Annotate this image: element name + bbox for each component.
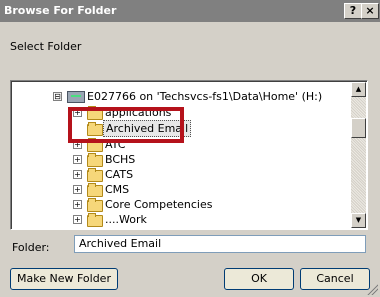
folder-tree[interactable]: ⊟ E027766 on 'Techsvcs-fs1\Data\Home' (H… [10,80,368,230]
tree-item-core-competencies[interactable]: + Core Competencies [11,197,349,212]
make-new-folder-button[interactable]: Make New Folder [10,268,118,290]
title-bar: Browse For Folder ? × [0,0,380,22]
expand-icon[interactable]: + [73,200,82,209]
resize-grip-icon[interactable] [366,283,378,295]
folder-field-label: Folder: [12,241,50,254]
tree-item-cms[interactable]: + CMS [11,182,349,197]
annotation-highlight-box [68,107,184,143]
tree-item-label: CATS [105,168,134,181]
tree-item-label: BCHS [105,153,136,166]
tree-item-label: Core Competencies [105,198,213,211]
folder-icon [87,183,103,197]
tree-item-label: CMS [105,183,130,196]
network-drive-icon [67,91,85,103]
scroll-up-icon[interactable]: ▲ [351,82,366,97]
collapse-icon[interactable]: ⊟ [53,92,62,101]
tree-item-label: ....Work [105,213,147,226]
tree-root-node[interactable]: ⊟ E027766 on 'Techsvcs-fs1\Data\Home' (H… [11,89,349,104]
dialog-prompt: Select Folder [10,40,82,53]
folder-icon [87,213,103,227]
expand-icon[interactable]: + [73,215,82,224]
expand-icon[interactable]: + [73,155,82,164]
window-title: Browse For Folder [4,4,117,17]
folder-icon [87,198,103,212]
scroll-thumb[interactable] [351,118,366,138]
tree-root-label: E027766 on 'Techsvcs-fs1\Data\Home' (H:) [87,90,323,103]
tree-item-bchs[interactable]: + BCHS [11,152,349,167]
cancel-button[interactable]: Cancel [300,268,370,290]
folder-icon [87,168,103,182]
vertical-scrollbar[interactable]: ▲ ▼ [351,82,366,228]
tree-item-partial[interactable]: + ....Work [11,212,349,227]
scroll-down-icon[interactable]: ▼ [351,213,366,228]
expand-icon[interactable]: + [73,185,82,194]
close-button[interactable]: × [361,3,379,19]
tree-item-cats[interactable]: + CATS [11,167,349,182]
folder-name-input[interactable]: Archived Email [74,235,366,253]
ok-button[interactable]: OK [224,268,294,290]
folder-icon [87,153,103,167]
help-button[interactable]: ? [344,3,362,19]
expand-icon[interactable]: + [73,170,82,179]
